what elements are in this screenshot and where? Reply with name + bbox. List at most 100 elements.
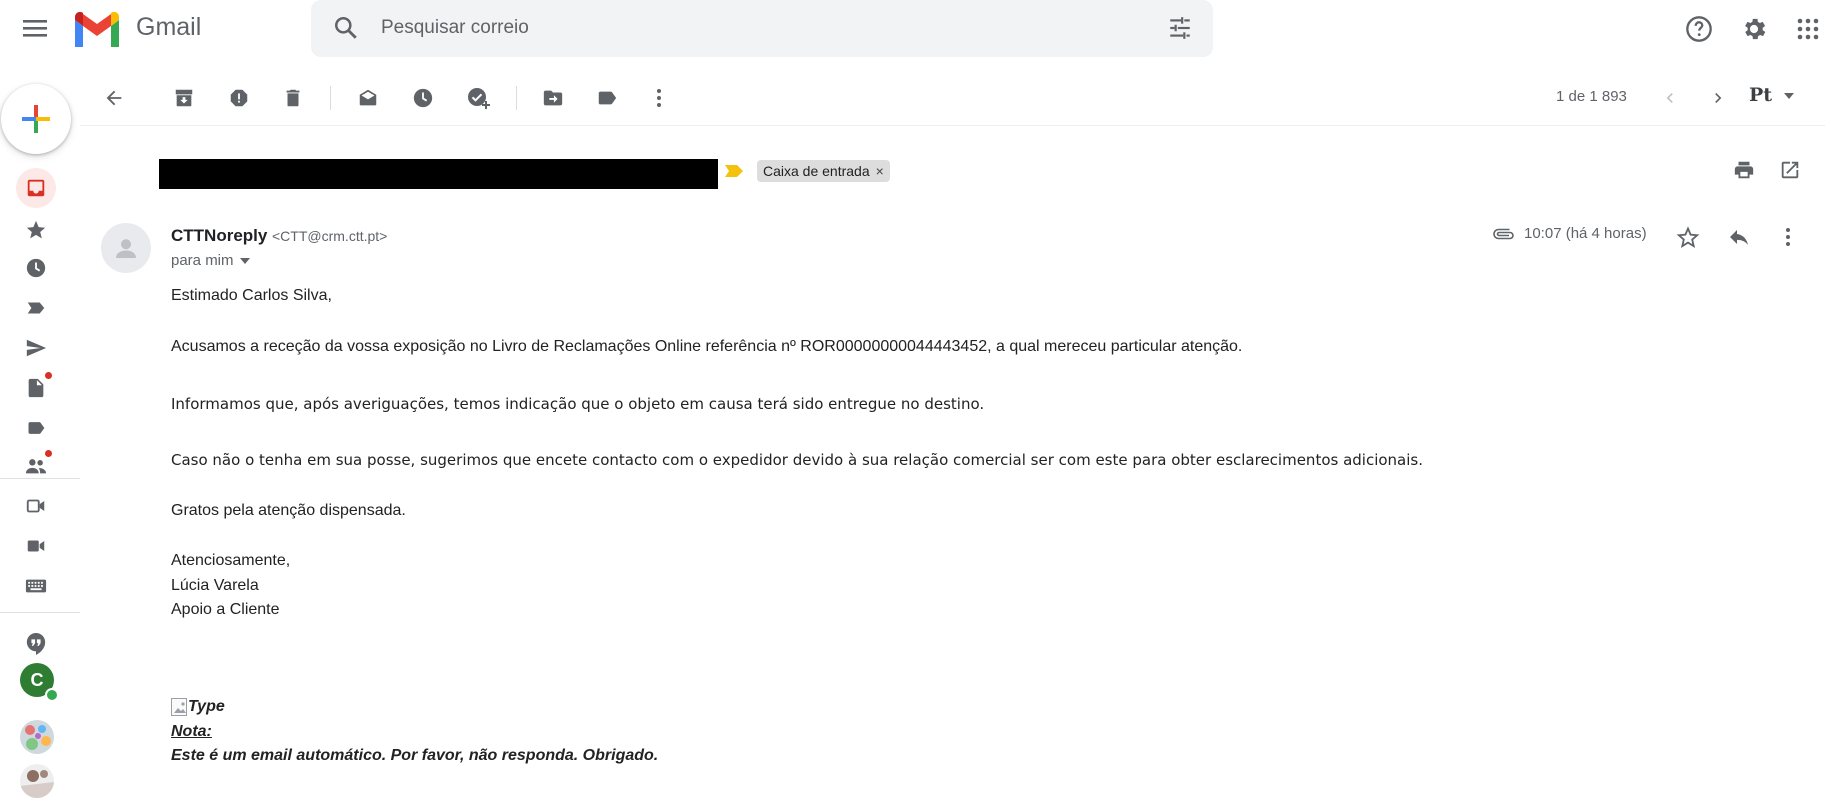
- rail-divider: [0, 478, 80, 479]
- older-button[interactable]: [1702, 82, 1734, 114]
- rail-meet-new[interactable]: [20, 490, 52, 522]
- contact-photo-icon: [20, 720, 54, 754]
- compose-plus-icon: [22, 105, 50, 133]
- broken-image-alt-text: Type: [188, 698, 225, 715]
- delete-button[interactable]: [277, 82, 309, 114]
- star-button[interactable]: [1673, 222, 1703, 252]
- note-label: Nota:: [171, 723, 212, 740]
- broken-image: Type: [171, 698, 225, 716]
- label-chip-text: Caixa de entrada: [763, 163, 870, 179]
- inbox-label-chip: Caixa de entrada ×: [757, 160, 890, 182]
- more-options-button[interactable]: [643, 82, 675, 114]
- inbox-icon: [27, 179, 45, 197]
- subject-redacted: [159, 159, 718, 189]
- labels-button[interactable]: [591, 82, 623, 114]
- star-outline-icon: [1676, 226, 1700, 248]
- move-to-button[interactable]: [537, 82, 569, 114]
- attachment-paperclip-icon: [1493, 228, 1514, 239]
- hamburger-menu-icon: [23, 20, 47, 37]
- toolbar-divider: [516, 86, 517, 110]
- signature-department: Apoio a Cliente: [171, 601, 280, 618]
- rail-keyboard[interactable]: [20, 570, 52, 602]
- pagination-text: 1 de 1 893: [1556, 88, 1627, 105]
- send-icon: [26, 339, 47, 357]
- more-vert-icon: [1786, 228, 1790, 246]
- compose-button[interactable]: [1, 84, 71, 154]
- apps-button[interactable]: [1793, 14, 1823, 44]
- star-icon: [26, 220, 46, 239]
- notification-dot: [44, 449, 53, 458]
- label-icon: [28, 422, 45, 434]
- contact-photo-icon: [20, 764, 54, 798]
- contact-avatar[interactable]: [20, 764, 54, 798]
- print-all-button[interactable]: [1729, 155, 1759, 185]
- add-to-tasks-button[interactable]: [462, 82, 494, 114]
- rail-label[interactable]: [20, 412, 52, 444]
- search-options-icon[interactable]: [1167, 15, 1193, 46]
- input-tools-button[interactable]: Pt: [1749, 84, 1795, 106]
- message-toolbar: 1 de 1 893 Pt: [80, 70, 1825, 126]
- mark-unread-envelope-icon: [359, 89, 377, 106]
- add-task-icon: [468, 88, 490, 109]
- apps-grid-icon: [1797, 18, 1819, 40]
- chevron-right-icon: [1715, 93, 1722, 103]
- body-paragraph: Caso não o tenha em sua posse, sugerimos…: [171, 451, 1424, 469]
- print-icon: [1734, 161, 1754, 179]
- body-paragraph: Gratos pela atenção dispensada.: [171, 502, 406, 519]
- more-vert-icon: [657, 89, 661, 107]
- rail-sent[interactable]: [20, 332, 52, 364]
- help-button[interactable]: [1684, 14, 1714, 44]
- mark-unread-button[interactable]: [352, 82, 384, 114]
- back-button[interactable]: [98, 82, 130, 114]
- rail-important[interactable]: [20, 292, 52, 324]
- keyboard-icon: [25, 579, 47, 593]
- archive-icon: [175, 89, 193, 107]
- body-paragraph: Informamos que, após averiguações, temos…: [171, 395, 985, 413]
- chevron-left-icon: [1666, 93, 1673, 103]
- recipient-details-toggle[interactable]: para mim: [171, 252, 250, 269]
- label-icon: [598, 91, 617, 105]
- caret-down-icon: [239, 257, 250, 264]
- top-bar: Gmail: [0, 0, 1825, 57]
- rail-meet-join[interactable]: [20, 530, 52, 562]
- newer-button[interactable]: [1654, 82, 1686, 114]
- rail-inbox[interactable]: [16, 168, 56, 208]
- gmail-logo[interactable]: [72, 10, 122, 48]
- recipient-text: para mim: [171, 252, 234, 269]
- rail-starred[interactable]: [20, 214, 52, 246]
- remove-label-button[interactable]: ×: [876, 163, 884, 179]
- search-icon[interactable]: [333, 15, 359, 46]
- signature-name: Lúcia Varela: [171, 577, 259, 594]
- hangouts-quote-icon: [26, 633, 46, 655]
- note-text: Este é um email automático. Por favor, n…: [171, 747, 659, 764]
- important-label-icon: [27, 302, 45, 314]
- reply-button[interactable]: [1724, 222, 1754, 252]
- rail-drafts[interactable]: [20, 371, 53, 404]
- message-time: 10:07 (há 4 horas): [1492, 225, 1647, 242]
- archive-button[interactable]: [168, 82, 200, 114]
- message-more-button[interactable]: [1773, 222, 1803, 252]
- broken-image-icon: [171, 698, 187, 716]
- report-spam-button[interactable]: [223, 82, 255, 114]
- open-new-window-button[interactable]: [1775, 155, 1805, 185]
- sender-name[interactable]: CTTNoreply: [171, 226, 267, 246]
- settings-button[interactable]: [1739, 14, 1769, 44]
- help-icon: [1686, 16, 1712, 42]
- search-input[interactable]: [381, 13, 1141, 43]
- contact-avatar[interactable]: [20, 720, 54, 754]
- input-tools-label: Pt: [1749, 84, 1773, 106]
- clock-icon: [26, 258, 46, 278]
- importance-marker-icon[interactable]: [724, 164, 744, 183]
- notification-dot: [44, 371, 53, 380]
- rail-hangouts[interactable]: [20, 628, 52, 660]
- search-bar: [311, 0, 1213, 57]
- gmail-m-logo-icon: [75, 11, 119, 47]
- main-menu-button[interactable]: [18, 12, 54, 44]
- snooze-button[interactable]: [407, 82, 439, 114]
- caret-down-icon: [1783, 93, 1794, 99]
- rail-snoozed[interactable]: [20, 252, 52, 284]
- report-spam-icon: [230, 89, 248, 107]
- app-name: Gmail: [136, 13, 202, 41]
- sender-avatar[interactable]: [101, 223, 151, 273]
- gear-icon: [1745, 18, 1766, 40]
